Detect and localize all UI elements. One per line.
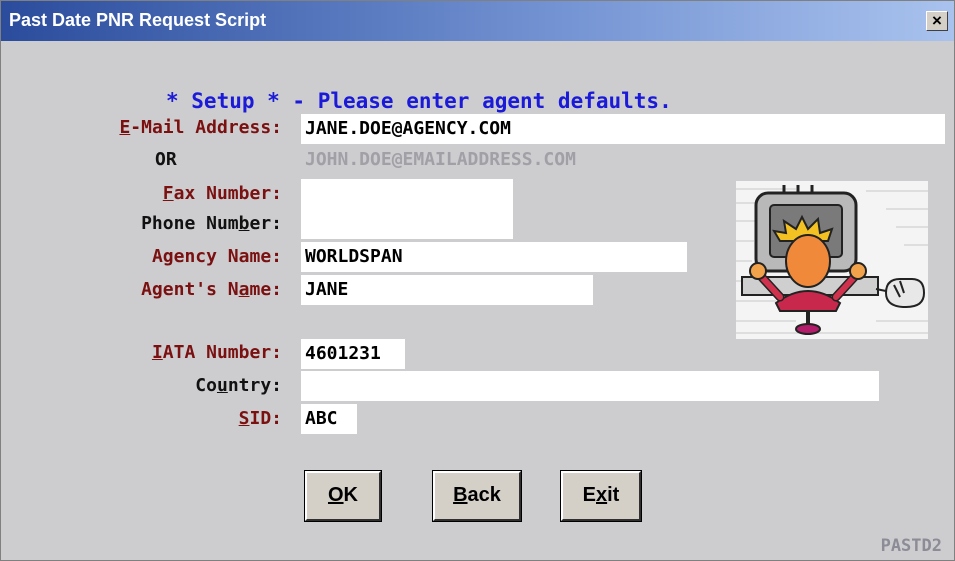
agent-name-label: Agent's Name: (141, 279, 282, 300)
title-bar[interactable]: Past Date PNR Request Script × (1, 1, 954, 41)
email-field[interactable]: JANE.DOE@AGENCY.COM (301, 114, 945, 144)
phone-field[interactable] (301, 209, 513, 239)
fax-field[interactable] (301, 179, 513, 209)
dialog-window: Past Date PNR Request Script × * Setup *… (0, 0, 955, 561)
screen-id-label: PASTD2 (880, 536, 942, 556)
country-field[interactable] (301, 371, 879, 401)
agency-name-field[interactable]: WORLDSPAN (301, 242, 687, 272)
agency-name-label: Agency Name: (151, 246, 282, 267)
email-example-hint: JOHN.DOE@EMAILADDRESS.COM (305, 149, 576, 170)
iata-number-label: IATA Number: (151, 342, 282, 363)
close-icon: × (932, 11, 942, 30)
close-button[interactable]: × (926, 11, 948, 31)
or-label: OR (155, 149, 177, 170)
window-title: Past Date PNR Request Script (9, 10, 267, 30)
phone-label: Phone Number: (141, 213, 282, 234)
sid-field[interactable]: ABC (301, 404, 357, 434)
setup-heading: * Setup * - Please enter agent defaults. (166, 89, 672, 113)
email-label: E-Mail Address: (119, 117, 282, 138)
fax-label: Fax Number: (162, 183, 282, 204)
ok-button[interactable]: OK (304, 470, 382, 522)
country-label: Country: (195, 375, 282, 396)
agent-name-field[interactable]: JANE (301, 275, 593, 305)
exit-button[interactable]: Exit (560, 470, 642, 522)
back-button[interactable]: Back (432, 470, 522, 522)
agent-at-computer-icon (736, 181, 928, 339)
iata-number-field[interactable]: 4601231 (301, 339, 405, 369)
sid-label: SID: (238, 408, 282, 429)
